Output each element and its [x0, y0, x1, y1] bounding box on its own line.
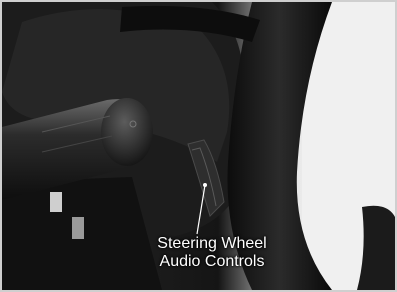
photo-frame: Steering Wheel Audio Controls — [0, 0, 397, 292]
callout-label: Steering Wheel Audio Controls — [127, 235, 297, 271]
dash-reflection-2 — [72, 217, 84, 239]
dash-reflection — [50, 192, 62, 212]
callout-label-line2: Audio Controls — [159, 253, 265, 270]
stalk-cap — [101, 98, 153, 166]
callout-label-line1: Steering Wheel — [157, 235, 267, 252]
